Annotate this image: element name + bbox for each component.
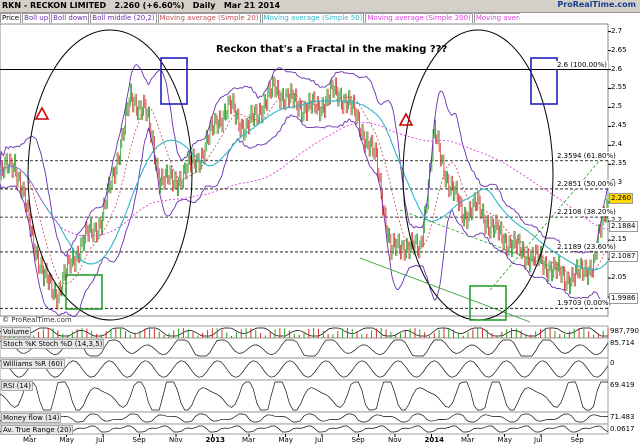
indicator-panel	[0, 423, 609, 435]
panel-label: Williams %R (60)	[1, 359, 65, 369]
y-tick-label: 2.45	[611, 121, 627, 130]
y-tick-label: 2.65	[611, 45, 627, 54]
boll-down	[0, 114, 609, 318]
x-tick-label: Sep	[132, 436, 146, 444]
y-tick-label: 2.4	[611, 140, 623, 149]
x-tick-label: Mar	[461, 436, 475, 444]
fib-label: 2.2851 (50.00%)	[556, 179, 617, 188]
fib-label: 1.9703 (0.00%)	[556, 299, 613, 308]
panel-value: 0	[610, 359, 615, 367]
fib-label: 2.1189 (23.60%)	[556, 242, 617, 251]
panel-label: Stoch %K Stoch %D (14,3,5)	[1, 339, 105, 349]
y-tick-label: 2.7	[611, 26, 623, 35]
y-tick-label: 2.15	[611, 235, 627, 244]
x-tick-label: Jul	[96, 436, 105, 444]
x-tick-label: Mar	[242, 436, 256, 444]
x-tick-label: Sep	[351, 436, 365, 444]
fib-label: 2.6 (100.00%)	[556, 60, 608, 69]
blue-box-left	[160, 57, 188, 105]
panel-value: 987,790	[610, 327, 639, 335]
red-triangle-right	[398, 112, 414, 126]
trendline-lower	[359, 257, 531, 323]
panel-label: Av. True Range (20)	[1, 425, 74, 435]
panel-value: 69.419	[610, 381, 635, 389]
panel-value: 85.714	[610, 339, 635, 347]
ma50-line	[0, 100, 609, 271]
x-tick-label: May	[59, 436, 74, 444]
panel-label: RSI (14)	[1, 381, 33, 391]
x-tick-label: Jul	[315, 436, 324, 444]
ma200-line	[0, 121, 609, 237]
price-chart[interactable]	[0, 0, 640, 448]
green-box-left	[65, 274, 103, 310]
y-tick-label: 2.05	[611, 273, 627, 282]
fib-label: 2.2108 (38.20%)	[556, 208, 617, 217]
price-tag: 2.1087	[609, 250, 638, 262]
panel-label: Volume	[1, 327, 32, 337]
y-tick-label: 2.6	[611, 64, 623, 73]
x-tick-label: 2013	[205, 436, 225, 444]
x-tick-label: Mar	[23, 436, 37, 444]
x-tick-label: Sep	[570, 436, 584, 444]
x-tick-label: Nov	[169, 436, 183, 444]
x-tick-label: May	[497, 436, 512, 444]
red-triangle-left	[34, 106, 50, 120]
x-tick-label: May	[278, 436, 293, 444]
panel-value: 71.483	[610, 413, 635, 421]
y-tick-label: 2.5	[611, 102, 623, 111]
fib-label: 2.3594 (61.80%)	[556, 151, 617, 160]
x-tick-label: Jul	[534, 436, 543, 444]
y-tick-label: 2.35	[611, 159, 627, 168]
price-tag: 1.9986	[609, 292, 638, 304]
x-tick-label: Nov	[388, 436, 402, 444]
y-tick-label: 2.55	[611, 83, 627, 92]
plot-frame	[0, 23, 609, 317]
green-box-right	[469, 285, 507, 321]
price-tag: 2.260	[609, 193, 634, 205]
x-tick-label: 2014	[424, 436, 444, 444]
price-tag: 2.1884	[609, 220, 638, 232]
panel-value: 0.0617	[610, 425, 635, 433]
panel-label: Money flow (14)	[1, 413, 62, 423]
